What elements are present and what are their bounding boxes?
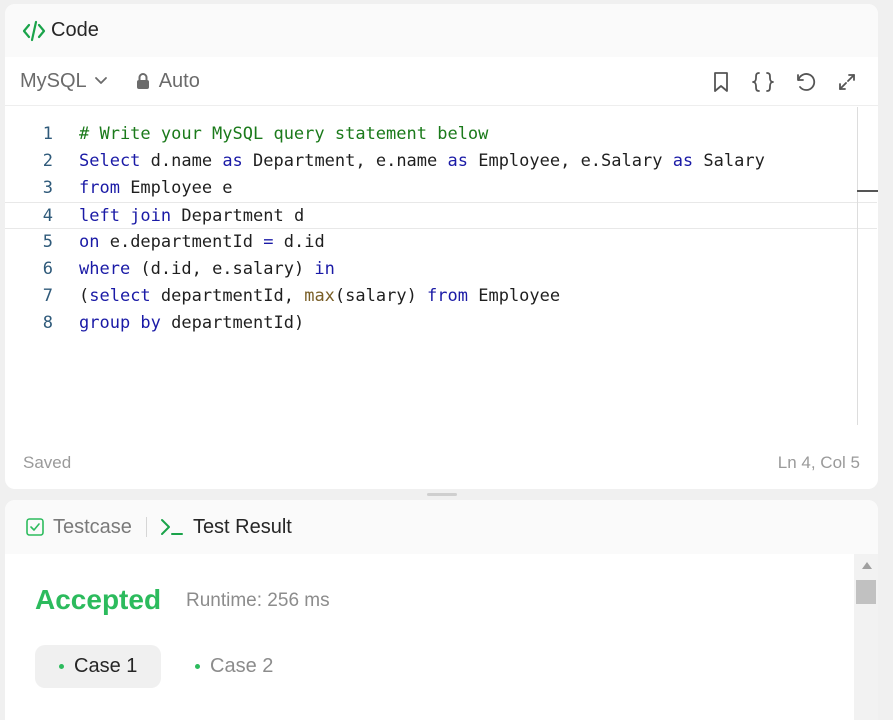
code-token: left join: [79, 206, 172, 226]
cursor-marker: [857, 190, 878, 192]
code-token: as: [672, 151, 694, 171]
line-number: 3: [42, 178, 53, 198]
code-line-text: group by departmentId): [79, 310, 304, 337]
code-panel: Code MySQL Auto 1 # Write your MySQL que…: [5, 4, 878, 489]
code-token: as: [447, 151, 468, 171]
auto-mode-toggle[interactable]: Auto: [135, 70, 200, 93]
line-number: 6: [42, 259, 53, 279]
code-token: max: [304, 286, 335, 306]
code-token: d.id: [273, 232, 325, 252]
code-line-text: # Write your MySQL query statement below: [79, 121, 488, 148]
code-line-text: Select d.name as Department, e.name as E…: [79, 148, 765, 175]
line-number: 5: [42, 232, 53, 252]
undo-icon[interactable]: [784, 64, 826, 100]
code-token: departmentId,: [150, 286, 305, 306]
code-token: Department d: [171, 206, 305, 226]
code-line[interactable]: 1 # Write your MySQL query statement belo…: [5, 121, 878, 148]
runtime-label: Runtime: 256 ms: [186, 590, 330, 611]
code-token: Employee e: [119, 178, 233, 198]
code-token: Employee, e.Salary: [467, 151, 673, 171]
language-label: MySQL: [20, 69, 87, 92]
code-line[interactable]: 8 group by departmentId): [5, 310, 878, 337]
code-line[interactable]: 4 left join Department d: [5, 202, 877, 229]
verdict-label: Accepted: [35, 584, 162, 615]
case-status-dot: [59, 664, 64, 669]
editor-status-bar: Saved Ln 4, Col 5: [23, 450, 860, 476]
tab-test-result[interactable]: Test Result: [159, 516, 292, 539]
code-token: (salary): [334, 286, 428, 306]
panel-resize-handle[interactable]: [427, 493, 457, 496]
case-1-label: Case 1: [74, 655, 138, 677]
code-line[interactable]: 3 from Employee e: [5, 175, 878, 202]
test-panel: Testcase Test Result Accepted Runtime: 2…: [5, 500, 878, 720]
code-token: Department, e.name: [242, 151, 448, 171]
code-line[interactable]: 7 (select departmentId, max(salary) from …: [5, 283, 878, 310]
result-scrollbar[interactable]: [854, 554, 878, 720]
line-number: 7: [42, 286, 53, 306]
code-token: e.departmentId: [99, 232, 264, 252]
code-line-text: on e.departmentId = d.id: [79, 229, 325, 256]
scroll-up-icon[interactable]: [862, 562, 872, 569]
save-status: Saved: [23, 453, 72, 472]
editor-scrollbar[interactable]: [857, 107, 858, 425]
bookmark-icon[interactable]: [700, 64, 742, 100]
tab-testcase-label: Testcase: [53, 515, 132, 538]
tab-testcase[interactable]: Testcase: [25, 516, 132, 539]
code-token: from: [427, 286, 468, 306]
code-token: from: [79, 178, 120, 198]
checkbox-icon: [25, 517, 45, 537]
code-token: group by: [79, 313, 161, 333]
code-line[interactable]: 5 on e.departmentId = d.id: [5, 229, 878, 256]
tab-test-result-label: Test Result: [192, 515, 292, 538]
code-token: d.name: [140, 151, 223, 171]
expand-icon[interactable]: [826, 64, 868, 100]
code-token: as: [222, 151, 243, 171]
code-token: # Write your MySQL query statement below: [79, 124, 489, 144]
code-token: in: [314, 259, 335, 279]
chevron-down-icon: [93, 73, 109, 89]
code-icon: [21, 18, 47, 44]
lock-icon: [135, 72, 151, 90]
code-token: (: [79, 286, 90, 306]
scrollbar-thumb[interactable]: [856, 580, 876, 604]
code-panel-header: Code: [5, 4, 878, 57]
tab-divider: [145, 517, 147, 537]
code-line[interactable]: 6 where (d.id, e.salary) in: [5, 256, 878, 283]
case-2-button[interactable]: Case 2: [171, 645, 297, 688]
code-line-text: (select departmentId, max(salary) from E…: [79, 283, 560, 310]
code-token: Employee: [468, 286, 561, 306]
line-number: 2: [42, 151, 53, 171]
line-number: 4: [42, 206, 53, 226]
code-token: on: [79, 232, 100, 252]
cursor-position: Ln 4, Col 5: [777, 453, 860, 472]
code-token: select: [89, 286, 151, 306]
code-token: =: [263, 232, 274, 252]
terminal-icon: [159, 517, 185, 537]
code-panel-title: Code: [51, 19, 99, 41]
braces-format-icon[interactable]: [742, 64, 784, 100]
code-line-text: left join Department d: [79, 203, 304, 230]
result-area: Accepted Runtime: 256 ms Case 1 Case 2: [5, 554, 854, 720]
code-editor[interactable]: 1 # Write your MySQL query statement belo…: [5, 107, 878, 442]
code-token: Salary: [693, 151, 765, 171]
editor-tools: [700, 57, 868, 106]
editor-toolbar: MySQL Auto: [5, 57, 878, 106]
code-token: Select: [79, 151, 141, 171]
code-token: departmentId): [160, 313, 305, 333]
line-number: 8: [42, 313, 53, 333]
language-select[interactable]: MySQL: [20, 70, 109, 93]
code-line-text: from Employee e: [79, 175, 233, 202]
auto-mode-label: Auto: [158, 69, 200, 92]
line-number: 1: [42, 124, 53, 144]
case-1-button[interactable]: Case 1: [35, 645, 162, 688]
code-line[interactable]: 2 Select d.name as Department, e.name as …: [5, 148, 878, 175]
code-token: where: [79, 259, 131, 279]
test-tabs: Testcase Test Result: [5, 500, 878, 554]
code-token: (d.id, e.salary): [130, 259, 315, 279]
case-2-label: Case 2: [210, 655, 274, 677]
case-status-dot: [195, 664, 200, 669]
code-line-text: where (d.id, e.salary) in: [79, 256, 335, 283]
